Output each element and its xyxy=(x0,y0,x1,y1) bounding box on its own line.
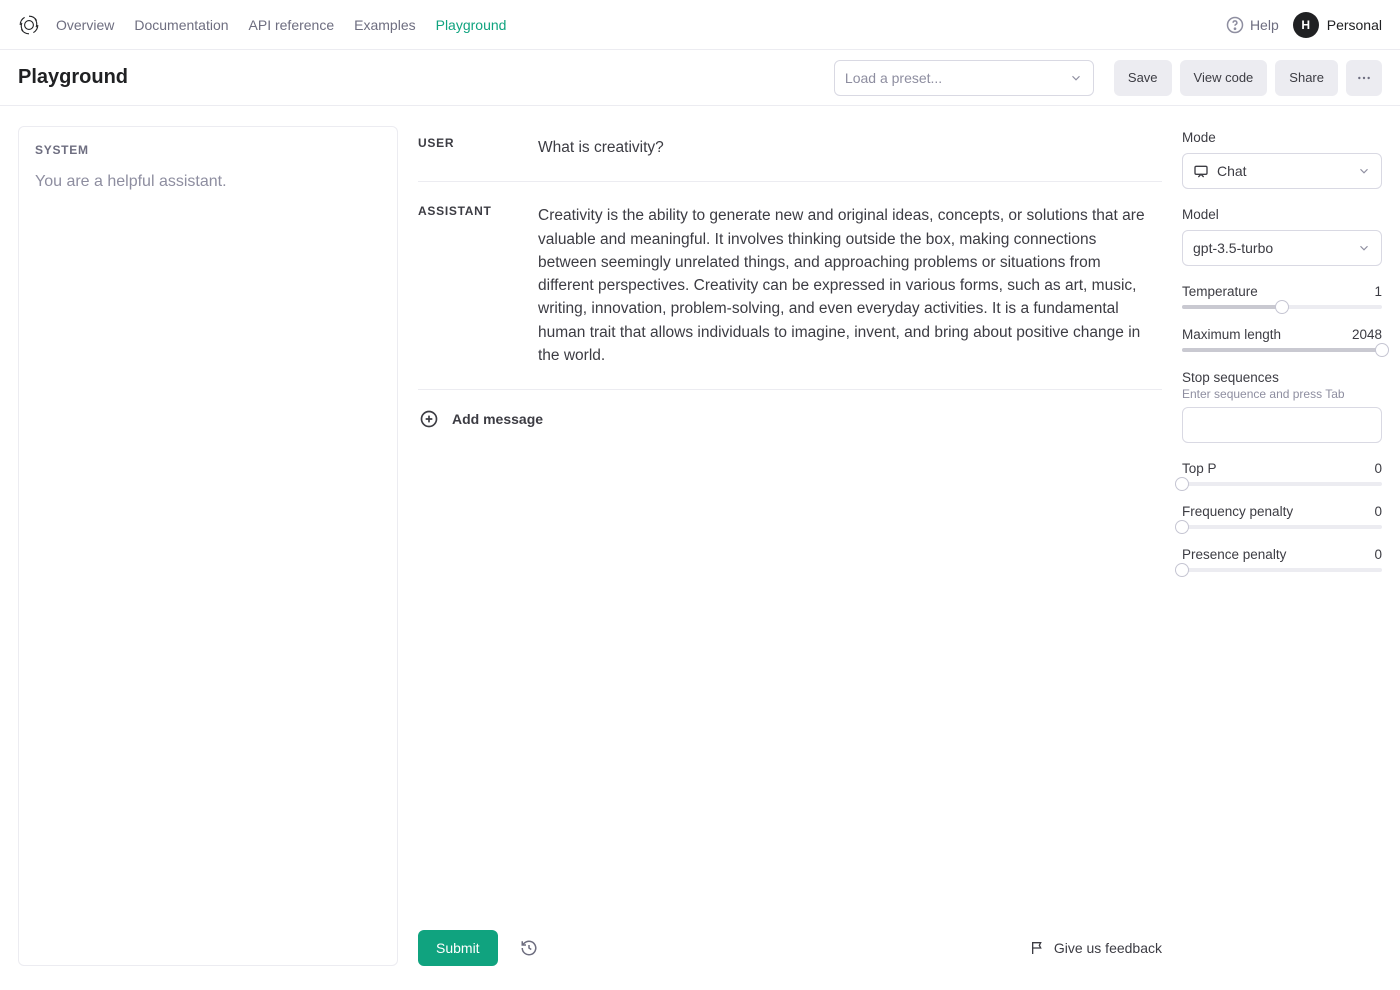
temperature-slider[interactable] xyxy=(1182,305,1382,309)
top-nav: Overview Documentation API reference Exa… xyxy=(0,0,1400,50)
chat-icon xyxy=(1193,163,1209,179)
setting-top-p: Top P 0 xyxy=(1182,461,1382,486)
max-length-slider[interactable] xyxy=(1182,348,1382,352)
plus-circle-icon xyxy=(418,408,440,430)
account-name: Personal xyxy=(1327,17,1382,33)
setting-frequency-penalty: Frequency penalty 0 xyxy=(1182,504,1382,529)
nav-examples[interactable]: Examples xyxy=(354,17,415,33)
stop-label: Stop sequences xyxy=(1182,370,1382,385)
role-label: USER xyxy=(418,136,538,159)
help-icon xyxy=(1226,16,1244,34)
stop-input[interactable] xyxy=(1182,407,1382,443)
presence-penalty-value: 0 xyxy=(1374,547,1382,562)
stop-hint: Enter sequence and press Tab xyxy=(1182,387,1382,401)
nav-links: Overview Documentation API reference Exa… xyxy=(56,17,506,33)
system-panel[interactable]: SYSTEM You are a helpful assistant. xyxy=(18,126,398,966)
freq-penalty-value: 0 xyxy=(1374,504,1382,519)
add-message-label: Add message xyxy=(452,411,543,427)
openai-logo-icon xyxy=(18,14,40,36)
chat-column: USER What is creativity? ASSISTANT Creat… xyxy=(418,126,1162,966)
setting-mode: Mode Chat xyxy=(1182,130,1382,189)
system-label: SYSTEM xyxy=(35,143,381,157)
freq-penalty-label: Frequency penalty xyxy=(1182,504,1293,519)
help-label: Help xyxy=(1250,17,1279,33)
share-button[interactable]: Share xyxy=(1275,60,1338,96)
temperature-label: Temperature xyxy=(1182,284,1258,299)
mode-select[interactable]: Chat xyxy=(1182,153,1382,189)
freq-penalty-slider[interactable] xyxy=(1182,525,1382,529)
nav-overview[interactable]: Overview xyxy=(56,17,114,33)
model-label: Model xyxy=(1182,207,1382,222)
system-placeholder: You are a helpful assistant. xyxy=(35,173,381,191)
setting-presence-penalty: Presence penalty 0 xyxy=(1182,547,1382,572)
history-button[interactable] xyxy=(512,931,546,965)
role-label: ASSISTANT xyxy=(418,204,538,367)
nav-playground[interactable]: Playground xyxy=(436,17,507,33)
top-p-slider[interactable] xyxy=(1182,482,1382,486)
save-button[interactable]: Save xyxy=(1114,60,1172,96)
preset-select[interactable]: Load a preset... xyxy=(834,60,1094,96)
setting-max-length: Maximum length 2048 xyxy=(1182,327,1382,352)
preset-placeholder: Load a preset... xyxy=(845,70,942,86)
mode-label: Mode xyxy=(1182,130,1382,145)
help-link[interactable]: Help xyxy=(1226,16,1279,34)
nav-documentation[interactable]: Documentation xyxy=(134,17,228,33)
logo xyxy=(18,14,56,36)
history-icon xyxy=(520,939,538,957)
setting-temperature: Temperature 1 xyxy=(1182,284,1382,309)
settings-column: Mode Chat Model gpt-3.5-turbo Temperatur… xyxy=(1182,126,1382,966)
footer-row: Submit Give us feedback xyxy=(418,922,1162,966)
avatar: H xyxy=(1293,12,1319,38)
top-p-label: Top P xyxy=(1182,461,1217,476)
message-row-user[interactable]: USER What is creativity? xyxy=(418,126,1162,182)
max-length-label: Maximum length xyxy=(1182,327,1281,342)
more-button[interactable] xyxy=(1346,60,1382,96)
presence-penalty-slider[interactable] xyxy=(1182,568,1382,572)
setting-model: Model gpt-3.5-turbo xyxy=(1182,207,1382,266)
mode-value: Chat xyxy=(1217,163,1247,179)
max-length-value: 2048 xyxy=(1352,327,1382,342)
view-code-button[interactable]: View code xyxy=(1180,60,1268,96)
top-p-value: 0 xyxy=(1374,461,1382,476)
ellipsis-icon xyxy=(1356,70,1372,86)
temperature-value: 1 xyxy=(1374,284,1382,299)
feedback-link[interactable]: Give us feedback xyxy=(1030,940,1162,956)
nav-api-reference[interactable]: API reference xyxy=(249,17,335,33)
messages-list: USER What is creativity? ASSISTANT Creat… xyxy=(418,126,1162,922)
workspace: SYSTEM You are a helpful assistant. USER… xyxy=(0,106,1400,990)
chevron-down-icon xyxy=(1357,241,1371,255)
setting-stop-sequences: Stop sequences Enter sequence and press … xyxy=(1182,370,1382,443)
chevron-down-icon xyxy=(1357,164,1371,178)
message-text[interactable]: What is creativity? xyxy=(538,136,1162,159)
message-text[interactable]: Creativity is the ability to generate ne… xyxy=(538,204,1162,367)
page-title: Playground xyxy=(18,66,128,89)
message-row-assistant[interactable]: ASSISTANT Creativity is the ability to g… xyxy=(418,182,1162,390)
add-message-button[interactable]: Add message xyxy=(418,390,1162,448)
account-menu[interactable]: H Personal xyxy=(1293,12,1382,38)
submit-button[interactable]: Submit xyxy=(418,930,498,966)
model-select[interactable]: gpt-3.5-turbo xyxy=(1182,230,1382,266)
presence-penalty-label: Presence penalty xyxy=(1182,547,1286,562)
flag-icon xyxy=(1030,940,1046,956)
feedback-label: Give us feedback xyxy=(1054,940,1162,956)
model-value: gpt-3.5-turbo xyxy=(1193,240,1273,256)
chevron-down-icon xyxy=(1069,71,1083,85)
sub-header: Playground Load a preset... Save View co… xyxy=(0,50,1400,106)
